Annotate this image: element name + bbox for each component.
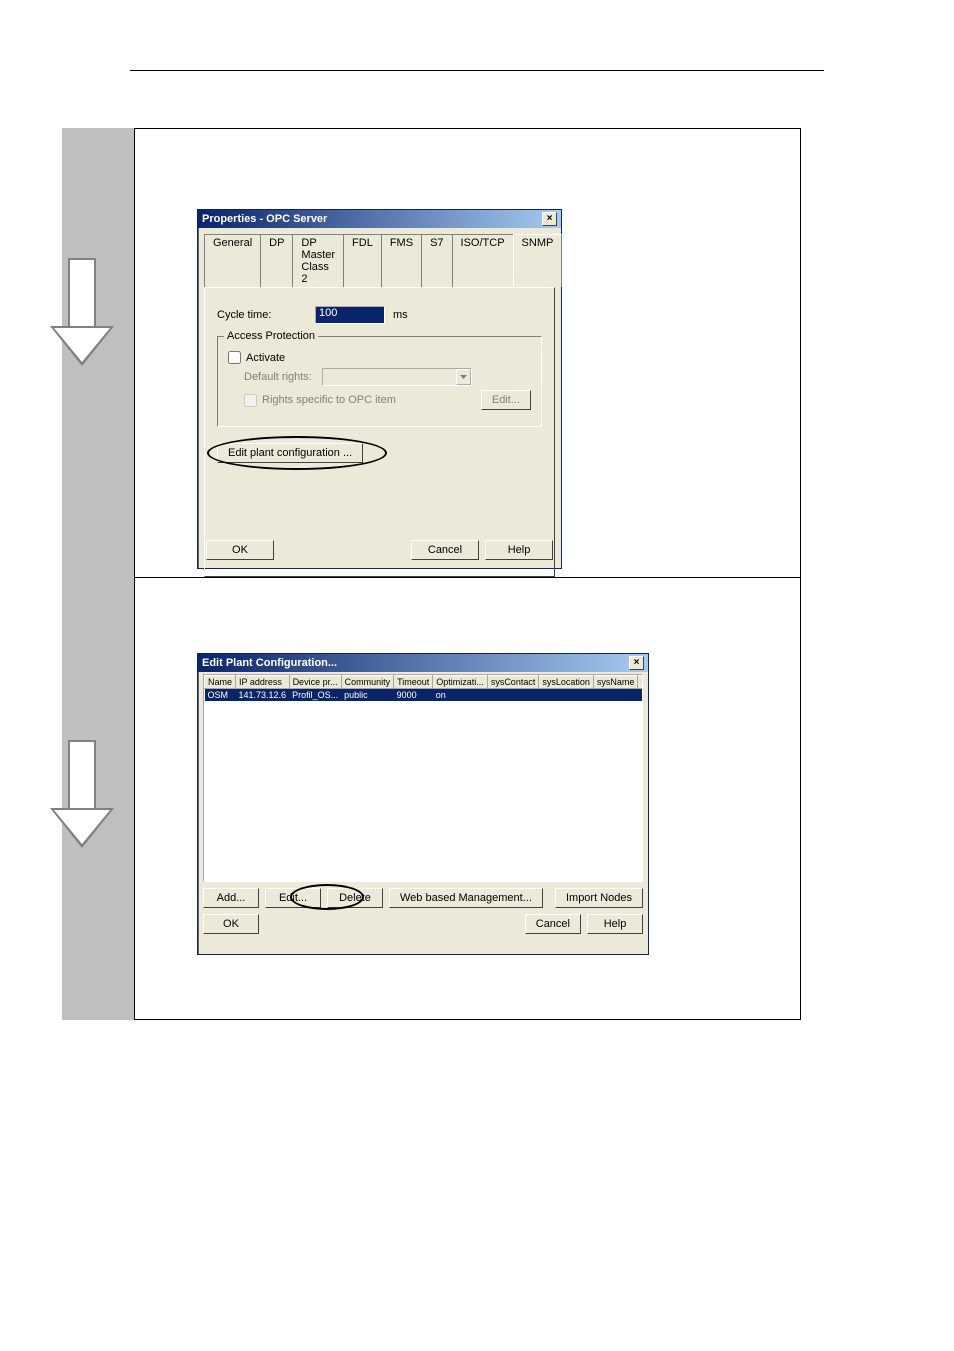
close-icon[interactable]: ×	[542, 212, 557, 226]
rights-specific-label: Rights specific to OPC item	[262, 394, 396, 406]
row-divider	[135, 577, 800, 578]
cancel-button[interactable]: Cancel	[525, 914, 581, 934]
titlebar: Edit Plant Configuration... ×	[198, 654, 648, 672]
tab-snmp[interactable]: SNMP	[513, 234, 563, 287]
import-nodes-button[interactable]: Import Nodes	[555, 888, 643, 908]
col-syslocation[interactable]: sysLocation	[539, 676, 594, 689]
cancel-button[interactable]: Cancel	[411, 540, 479, 560]
content-panel: Properties - OPC Server × General DP DP …	[134, 128, 801, 1020]
edit-button[interactable]: Edit...	[265, 888, 321, 908]
cell-comment	[638, 689, 643, 702]
titlebar: Properties - OPC Server ×	[198, 210, 561, 228]
tab-dp-master-class-2[interactable]: DP Master Class 2	[292, 234, 344, 287]
chevron-down-icon	[456, 369, 471, 385]
add-button[interactable]: Add...	[203, 888, 259, 908]
col-name[interactable]: Name	[205, 676, 236, 689]
default-rights-label: Default rights:	[244, 371, 312, 383]
action-button-row: Add... Edit... Delete Web based Manageme…	[203, 888, 643, 908]
default-rights-dropdown	[322, 368, 472, 386]
group-legend: Access Protection	[224, 330, 318, 342]
help-button[interactable]: Help	[485, 540, 553, 560]
delete-button[interactable]: Delete	[327, 888, 383, 908]
col-comment[interactable]: Comment	[638, 676, 643, 689]
cell-timeout: 9000	[394, 689, 433, 702]
edit-rights-button: Edit...	[481, 390, 531, 410]
cell-sysname	[593, 689, 638, 702]
table-row[interactable]: OSM 141.73.12.6 Profil_OS... public 9000…	[205, 689, 644, 702]
col-device-profile[interactable]: Device pr...	[289, 676, 341, 689]
rights-specific-checkbox	[244, 394, 257, 407]
help-button[interactable]: Help	[587, 914, 643, 934]
page-header-rule	[130, 70, 824, 71]
cycle-time-unit: ms	[393, 309, 408, 321]
tab-general[interactable]: General	[204, 234, 261, 287]
cell-syslocation	[539, 689, 594, 702]
tab-dp[interactable]: DP	[260, 234, 293, 287]
edit-plant-configuration-dialog: Edit Plant Configuration... × Name IP ad…	[197, 653, 649, 955]
down-arrow-icon	[50, 740, 114, 850]
col-sysname[interactable]: sysName	[593, 676, 638, 689]
cycle-time-input[interactable]: 100	[315, 306, 385, 324]
close-icon[interactable]: ×	[629, 656, 644, 670]
tab-page-snmp: Cycle time: 100 ms Access Protection Act…	[204, 287, 555, 577]
cell-community: public	[341, 689, 394, 702]
dialog-footer: OK Cancel Help	[206, 540, 553, 560]
tab-fdl[interactable]: FDL	[343, 234, 382, 287]
edit-plant-configuration-button[interactable]: Edit plant configuration ...	[217, 443, 363, 463]
down-arrow-icon	[50, 258, 114, 368]
cell-ip: 141.73.12.6	[236, 689, 290, 702]
dialog-title: Properties - OPC Server	[202, 213, 327, 225]
cycle-time-label: Cycle time:	[217, 309, 315, 321]
tab-strip: General DP DP Master Class 2 FDL FMS S7 …	[204, 234, 555, 287]
col-syscontact[interactable]: sysContact	[487, 676, 539, 689]
web-based-management-button[interactable]: Web based Management...	[389, 888, 543, 908]
col-community[interactable]: Community	[341, 676, 394, 689]
col-ip[interactable]: IP address	[236, 676, 290, 689]
cell-optim: on	[433, 689, 488, 702]
col-optimization[interactable]: Optimizati...	[433, 676, 488, 689]
activate-label: Activate	[246, 352, 285, 364]
tab-iso-tcp[interactable]: ISO/TCP	[452, 234, 514, 287]
properties-dialog: Properties - OPC Server × General DP DP …	[197, 209, 562, 569]
table-header-row: Name IP address Device pr... Community T…	[205, 676, 644, 689]
ok-button[interactable]: OK	[206, 540, 274, 560]
ok-button[interactable]: OK	[203, 914, 259, 934]
col-timeout[interactable]: Timeout	[394, 676, 433, 689]
nodes-table[interactable]: Name IP address Device pr... Community T…	[203, 674, 643, 882]
access-protection-group: Access Protection Activate Default right…	[217, 336, 542, 427]
dialog-footer: OK Cancel Help	[203, 914, 643, 934]
cell-profile: Profil_OS...	[289, 689, 341, 702]
tab-s7[interactable]: S7	[421, 234, 452, 287]
dialog-title: Edit Plant Configuration...	[202, 657, 337, 669]
activate-checkbox[interactable]	[228, 351, 241, 364]
tab-fms[interactable]: FMS	[381, 234, 422, 287]
cell-syscontact	[487, 689, 539, 702]
cell-name: OSM	[205, 689, 236, 702]
